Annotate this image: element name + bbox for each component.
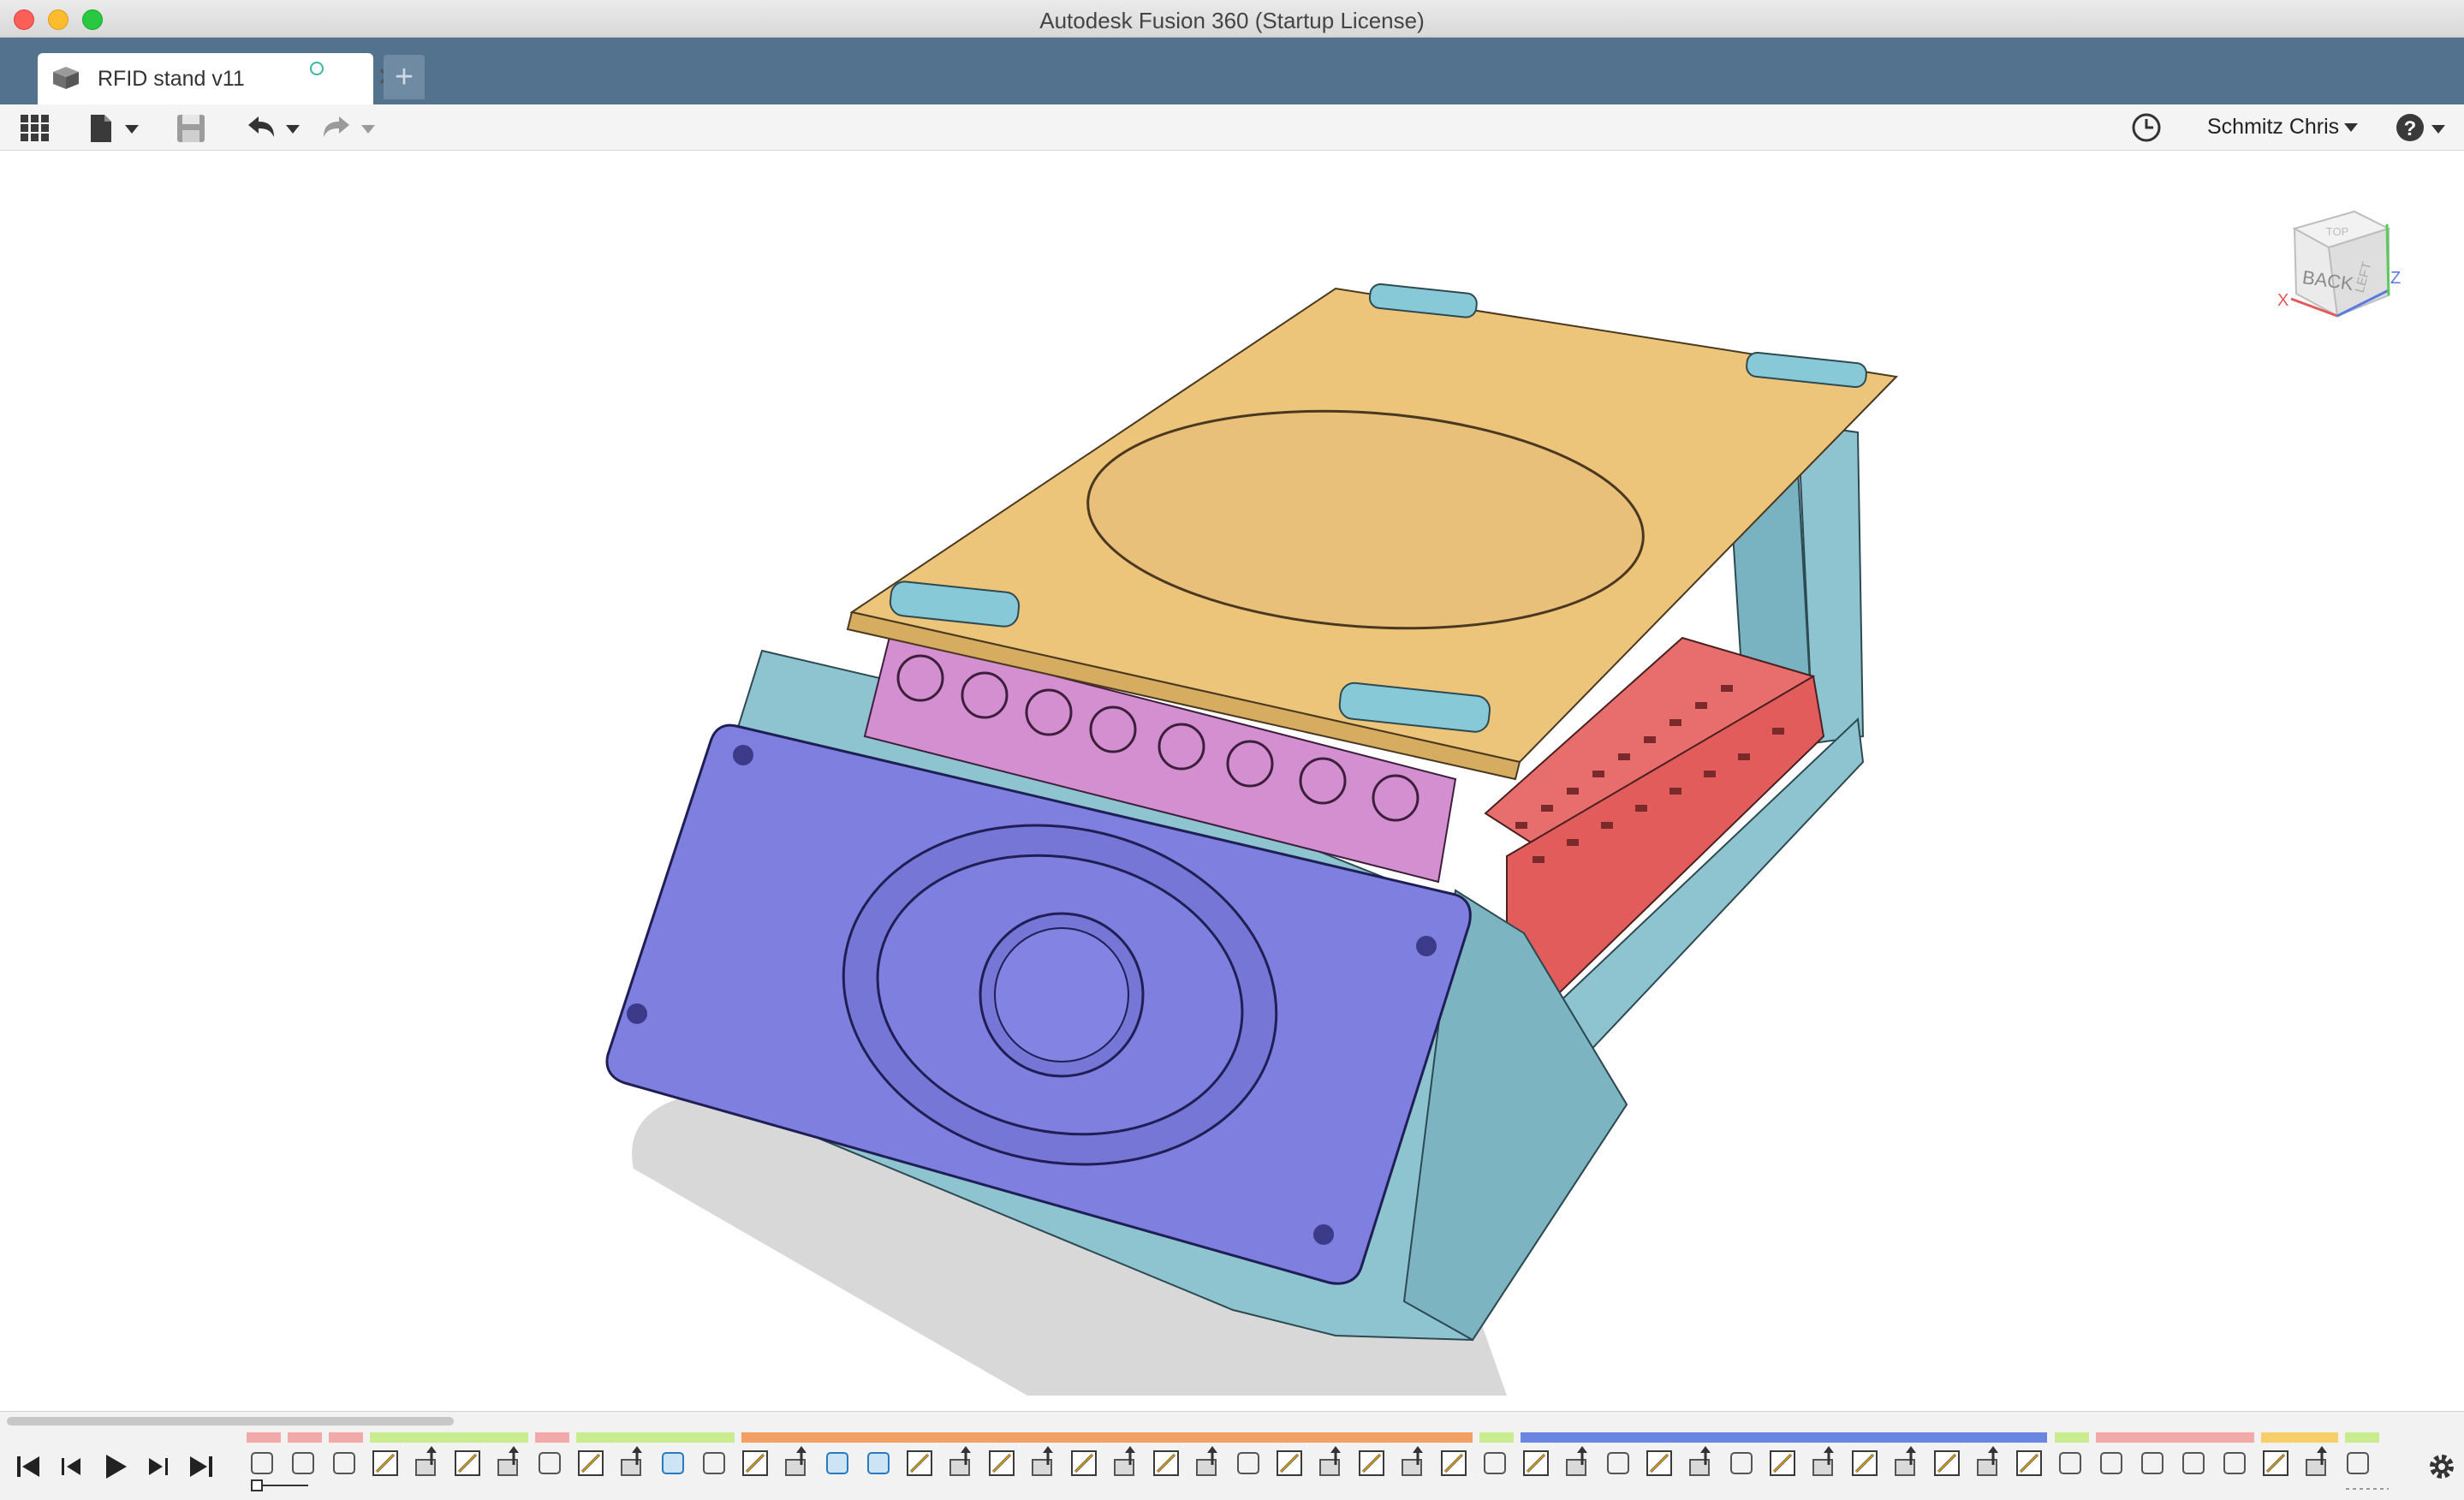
axis-x-label: X	[2277, 291, 2288, 310]
chevron-down-icon	[2344, 123, 2359, 133]
window-title: Autodesk Fusion 360 (Startup License)	[1039, 8, 1425, 33]
user-name: Schmitz Chris	[2207, 115, 2340, 139]
file-icon[interactable]	[87, 111, 142, 144]
canvas-viewport[interactable]: TOP BACK LEFT X Z	[0, 152, 2464, 1410]
sync-status-icon	[310, 62, 324, 75]
component-cube-icon	[53, 67, 79, 89]
svg-text:?: ?	[2404, 117, 2417, 140]
help-icon[interactable]: ?	[2394, 111, 2449, 144]
document-tab-bar: RFID stand v11 ✕ +	[0, 38, 2464, 104]
document-tab-label: RFID stand v11	[98, 67, 245, 91]
timeline-feature-sequence[interactable]	[251, 1444, 2369, 1477]
quick-access-toolbar: Schmitz Chris ?	[0, 104, 2464, 151]
timeline-feature-icons[interactable]	[0, 1444, 2464, 1492]
timeline-scrollbar[interactable]	[7, 1417, 454, 1426]
timeline-playhead[interactable]	[251, 1479, 308, 1491]
user-account-menu[interactable]: Schmitz Chris	[2207, 115, 2359, 140]
speaker-dustcap-inner	[994, 927, 1129, 1062]
viewcube-top-label[interactable]: TOP	[2326, 225, 2349, 238]
model-view[interactable]	[0, 152, 2464, 1410]
window-titlebar: Autodesk Fusion 360 (Startup License)	[0, 0, 2464, 38]
timeline-panel	[0, 1411, 2464, 1500]
viewcube-widget[interactable]: TOP BACK LEFT X Z	[2260, 194, 2431, 348]
undo-icon[interactable]	[245, 111, 305, 144]
timeline-group-markers	[247, 1432, 2379, 1443]
document-tab[interactable]: RFID stand v11 ✕	[38, 53, 398, 104]
new-tab-button[interactable]: +	[384, 55, 425, 99]
job-status-clock-icon[interactable]	[2130, 111, 2163, 144]
save-icon[interactable]	[175, 111, 207, 144]
data-panel-grid-icon[interactable]	[19, 111, 51, 144]
settings-gear-icon[interactable]	[2425, 1449, 2459, 1484]
axis-z-label: Z	[2390, 269, 2401, 288]
redo-icon[interactable]	[320, 111, 380, 144]
